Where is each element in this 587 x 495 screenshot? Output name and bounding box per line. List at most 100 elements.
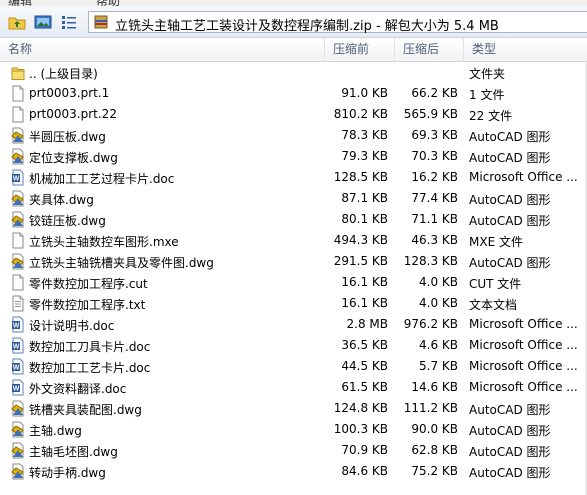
file-row[interactable]: 立铣头主轴铣槽夹具及零件图.dwg 291.5 KB 128.3 KB AutoCAD… bbox=[0, 251, 587, 272]
file-row[interactable]: 半圆压板.dwg 78.3 KB 69.3 KB AutoCAD 图形 bbox=[0, 125, 587, 146]
file-packed-size: 128.5 KB bbox=[333, 170, 388, 184]
file-type: 22 文件 bbox=[469, 109, 513, 123]
file-row[interactable]: 铰链压板.dwg 80.1 KB 71.1 KB AutoCAD 图形 bbox=[0, 209, 587, 230]
file-packed-size: 91.0 KB bbox=[341, 86, 388, 100]
list-view-icon bbox=[62, 16, 76, 29]
file-unpacked-size: 111.2 KB bbox=[403, 401, 458, 415]
file-unpacked-size: 565.9 KB bbox=[403, 107, 458, 121]
file-row[interactable]: prt0003.prt.22 810.2 KB 565.9 KB 22 文件 bbox=[0, 104, 587, 125]
file-name: 立铣头主轴铣槽夹具及零件图.dwg bbox=[29, 256, 214, 270]
column-header-name[interactable]: 名称 bbox=[0, 38, 325, 61]
file-name: 数控加工刀具卡片.doc bbox=[29, 340, 151, 354]
file-name: 设计说明书.doc bbox=[29, 319, 115, 333]
file-row[interactable]: 定位支撑板.dwg 79.3 KB 70.3 KB AutoCAD 图形 bbox=[0, 146, 587, 167]
file-name: 机械加工工艺过程卡片.doc bbox=[29, 172, 175, 186]
file-type: AutoCAD 图形 bbox=[469, 130, 551, 144]
view-details-button[interactable] bbox=[34, 13, 52, 31]
txt-icon bbox=[11, 295, 25, 312]
file-row[interactable]: W 机械加工工艺过程卡片.doc 128.5 KB 16.2 KB Microsoft … bbox=[0, 167, 587, 188]
file-row[interactable]: 零件数控加工程序.cut 16.1 KB 4.0 KB CUT 文件 bbox=[0, 272, 587, 293]
dwg-icon bbox=[11, 190, 25, 207]
file-type: AutoCAD 图形 bbox=[469, 151, 551, 165]
file-unpacked-size: 128.3 KB bbox=[403, 254, 458, 268]
svg-text:W: W bbox=[13, 365, 20, 372]
file-packed-size: 70.9 KB bbox=[341, 443, 388, 457]
file-row[interactable]: prt0003.prt.1 91.0 KB 66.2 KB 1 文件 bbox=[0, 83, 587, 104]
file-packed-size: 2.8 MB bbox=[346, 317, 388, 331]
file-unpacked-size: 66.2 KB bbox=[411, 86, 458, 100]
file-type: AutoCAD 图形 bbox=[469, 445, 551, 459]
file-row[interactable]: W 数控加工工艺卡片.doc 44.5 KB 5.7 KB Microsoft Offi… bbox=[0, 356, 587, 377]
dwg-icon bbox=[11, 421, 25, 438]
dwg-icon bbox=[11, 148, 25, 165]
archive-icon bbox=[94, 15, 108, 29]
file-type: Microsoft Office ... bbox=[469, 338, 578, 352]
file-name: 立铣头主轴数控车图形.mxe bbox=[29, 235, 179, 249]
file-type: CUT 文件 bbox=[469, 277, 522, 291]
file-name: 夹具体.dwg bbox=[29, 193, 94, 207]
address-text: 立铣头主轴工艺工装设计及数控程序编制.zip - 解包大小为 5.4 MB bbox=[115, 19, 499, 34]
doc-icon: W bbox=[11, 358, 25, 375]
file-row[interactable]: 夹具体.dwg 87.1 KB 77.4 KB AutoCAD 图形 bbox=[0, 188, 587, 209]
file-packed-size: 78.3 KB bbox=[341, 128, 388, 142]
file-packed-size: 124.8 KB bbox=[333, 401, 388, 415]
file-unpacked-size: 46.3 KB bbox=[411, 233, 458, 247]
column-header-packed[interactable]: 压缩前 bbox=[325, 38, 395, 61]
file-row[interactable]: 转动手柄.dwg 84.6 KB 75.2 KB AutoCAD 图形 bbox=[0, 461, 587, 482]
file-unpacked-size: 69.3 KB bbox=[411, 128, 458, 142]
folder-up-button[interactable] bbox=[8, 13, 26, 31]
file-name: 零件数控加工程序.cut bbox=[29, 277, 148, 291]
dwg-icon bbox=[11, 463, 25, 480]
file-type: AutoCAD 图形 bbox=[469, 424, 551, 438]
file-row[interactable]: 主轴毛坯图.dwg 70.9 KB 62.8 KB AutoCAD 图形 bbox=[0, 440, 587, 461]
file-unpacked-size: 14.6 KB bbox=[411, 380, 458, 394]
file-packed-size: 87.1 KB bbox=[341, 191, 388, 205]
file-type: 1 文件 bbox=[469, 88, 505, 102]
file-icon bbox=[11, 106, 25, 123]
file-row[interactable]: 立铣头主轴数控车图形.mxe 494.3 KB 46.3 KB MXE 文件 bbox=[0, 230, 587, 251]
file-row[interactable]: 主轴.dwg 100.3 KB 90.0 KB AutoCAD 图形 bbox=[0, 419, 587, 440]
file-unpacked-size: 976.2 KB bbox=[403, 317, 458, 331]
file-row[interactable]: 铣槽夹具装配图.dwg 124.8 KB 111.2 KB AutoCAD 图形 bbox=[0, 398, 587, 419]
file-row[interactable]: W 数控加工刀具卡片.doc 36.5 KB 4.6 KB Microsoft Offi… bbox=[0, 335, 587, 356]
file-icon bbox=[11, 85, 25, 102]
column-header-unpacked[interactable]: 压缩后 bbox=[395, 38, 464, 61]
file-type: AutoCAD 图形 bbox=[469, 214, 551, 228]
file-packed-size: 100.3 KB bbox=[333, 422, 388, 436]
address-bar[interactable]: 立铣头主轴工艺工装设计及数控程序编制.zip - 解包大小为 5.4 MB bbox=[88, 11, 587, 34]
file-name: 转动手柄.dwg bbox=[29, 466, 106, 480]
file-name: 主轴.dwg bbox=[29, 424, 82, 438]
file-unpacked-size: 4.0 KB bbox=[419, 296, 458, 310]
file-name: 零件数控加工程序.txt bbox=[29, 298, 146, 312]
dwg-icon bbox=[11, 253, 25, 270]
file-row[interactable]: .. (上级目录) 文件夹 bbox=[0, 62, 587, 83]
file-row[interactable]: W 外文资料翻译.doc 61.5 KB 14.6 KB Microsoft Offic… bbox=[0, 377, 587, 398]
file-type: MXE 文件 bbox=[469, 235, 523, 249]
file-unpacked-size: 16.2 KB bbox=[411, 170, 458, 184]
file-unpacked-size: 62.8 KB bbox=[411, 443, 458, 457]
file-name: 外文资料翻译.doc bbox=[29, 382, 127, 396]
file-name: 主轴毛坯图.dwg bbox=[29, 445, 118, 459]
file-unpacked-size: 4.6 KB bbox=[419, 338, 458, 352]
image-view-icon bbox=[34, 15, 52, 29]
dwg-icon bbox=[11, 127, 25, 144]
file-row[interactable]: W 设计说明书.doc 2.8 MB 976.2 KB Microsoft Office… bbox=[0, 314, 587, 335]
file-name: 铰链压板.dwg bbox=[29, 214, 106, 228]
file-type: AutoCAD 图形 bbox=[469, 403, 551, 417]
file-packed-size: 36.5 KB bbox=[341, 338, 388, 352]
file-packed-size: 79.3 KB bbox=[341, 149, 388, 163]
toolbar: 立铣头主轴工艺工装设计及数控程序编制.zip - 解包大小为 5.4 MB bbox=[0, 6, 587, 38]
file-packed-size: 291.5 KB bbox=[333, 254, 388, 268]
file-name: 铣槽夹具装配图.dwg bbox=[29, 403, 142, 417]
file-row[interactable]: 零件数控加工程序.txt 16.1 KB 4.0 KB 文本文档 bbox=[0, 293, 587, 314]
file-type: AutoCAD 图形 bbox=[469, 256, 551, 270]
file-packed-size: 494.3 KB bbox=[333, 233, 388, 247]
dwg-icon bbox=[11, 211, 25, 228]
folder-icon bbox=[11, 64, 25, 81]
file-type: Microsoft Office ... bbox=[469, 317, 578, 331]
file-icon bbox=[11, 232, 25, 249]
file-type: 文件夹 bbox=[469, 67, 506, 81]
column-header-type[interactable]: 类型 bbox=[464, 38, 587, 61]
view-list-button[interactable] bbox=[60, 13, 78, 31]
file-unpacked-size: 71.1 KB bbox=[411, 212, 458, 226]
